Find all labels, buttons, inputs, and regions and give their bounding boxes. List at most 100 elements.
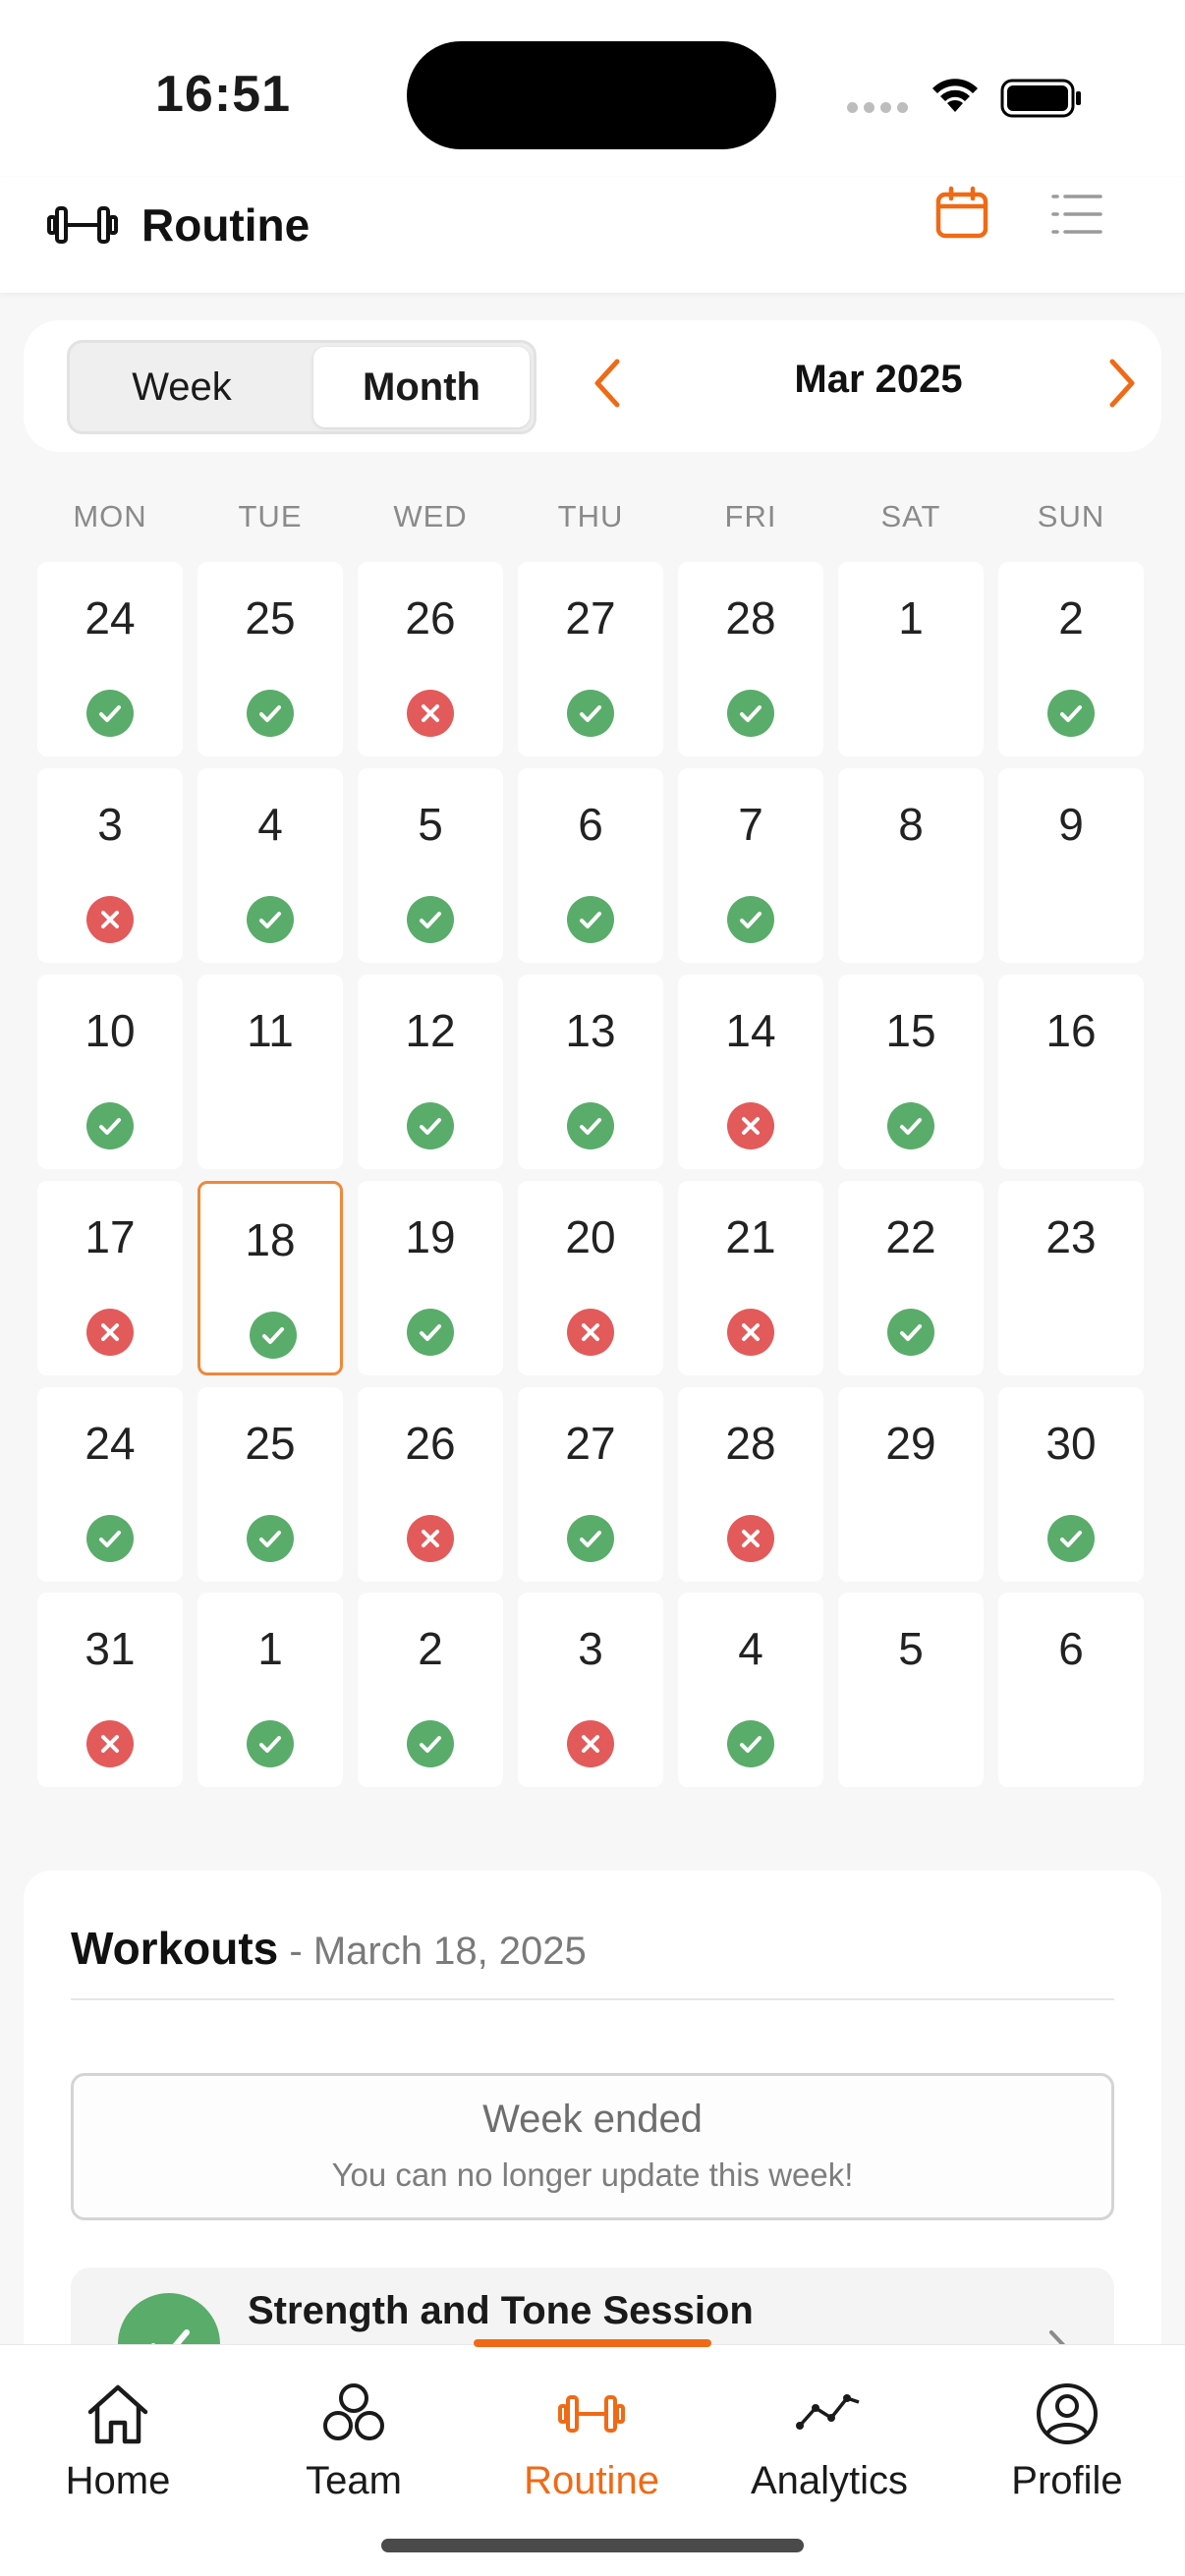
day-number: 13 — [565, 1005, 616, 1056]
status-icons — [847, 71, 1083, 120]
calendar-day-cell[interactable]: 11 — [198, 975, 343, 1169]
calendar-day-cell[interactable]: 23 — [998, 1181, 1144, 1375]
calendar-day-cell[interactable]: 2 — [998, 562, 1144, 756]
calendar-day-cell[interactable]: 10 — [37, 975, 183, 1169]
tab-label: Profile — [1011, 2459, 1123, 2502]
check-icon — [250, 1312, 297, 1359]
chevron-right-icon[interactable] — [1097, 354, 1146, 413]
calendar-day-cell[interactable]: 25 — [198, 1387, 343, 1582]
chevron-left-icon[interactable] — [584, 354, 633, 413]
calendar-day-cell[interactable]: 12 — [358, 975, 503, 1169]
check-icon — [1047, 1515, 1095, 1562]
calendar-day-cell[interactable]: 29 — [838, 1387, 984, 1582]
notice-title: Week ended — [482, 2098, 703, 2141]
calendar-day-cell[interactable]: 25 — [198, 562, 343, 756]
calendar-day-cell[interactable]: 1 — [198, 1593, 343, 1787]
calendar-day-cell[interactable]: 27 — [518, 562, 663, 756]
check-icon — [247, 690, 294, 737]
calendar-day-cell[interactable]: 5 — [358, 768, 503, 963]
calendar-day-cell[interactable]: 6 — [998, 1593, 1144, 1787]
calendar-day-cell[interactable]: 18 — [198, 1181, 343, 1375]
calendar-day-cell[interactable]: 5 — [838, 1593, 984, 1787]
cross-icon — [86, 1720, 134, 1767]
calendar-day-cell[interactable]: 19 — [358, 1181, 503, 1375]
check-icon — [567, 1515, 614, 1562]
check-icon — [887, 1102, 934, 1149]
tab-label: Analytics — [750, 2459, 909, 2502]
calendar-day-cell[interactable]: 27 — [518, 1387, 663, 1582]
calendar-day-cell[interactable]: 22 — [838, 1181, 984, 1375]
divider — [71, 1998, 1114, 2000]
calendar-day-cell[interactable]: 26 — [358, 562, 503, 756]
active-tab-indicator — [474, 2339, 711, 2347]
calendar-day-cell[interactable]: 26 — [358, 1387, 503, 1582]
calendar-day-cell[interactable]: 3 — [518, 1593, 663, 1787]
calendar-day-cell[interactable]: 30 — [998, 1387, 1144, 1582]
tab-profile[interactable]: Profile — [959, 2365, 1175, 2512]
dumbbell-icon — [47, 206, 118, 244]
calendar-day-cell[interactable]: 6 — [518, 768, 663, 963]
day-number: 23 — [1045, 1211, 1097, 1262]
day-number: 28 — [725, 592, 776, 644]
calendar-day-cell[interactable]: 28 — [678, 562, 823, 756]
tab-routine[interactable]: Routine — [483, 2365, 700, 2512]
weekday-label: SAT — [880, 499, 941, 533]
calendar-day-cell[interactable]: 8 — [838, 768, 984, 963]
day-number: 5 — [418, 799, 443, 850]
day-number: 19 — [405, 1211, 456, 1262]
check-icon — [727, 1720, 774, 1767]
check-icon — [567, 1102, 614, 1149]
tab-home[interactable]: Home — [10, 2365, 226, 2512]
check-icon — [727, 690, 774, 737]
day-number: 6 — [578, 799, 603, 850]
segment-week[interactable]: Week — [74, 347, 290, 427]
day-number: 11 — [247, 1005, 294, 1056]
calendar-day-cell[interactable]: 31 — [37, 1593, 183, 1787]
cross-icon — [727, 1515, 774, 1562]
tab-label: Team — [306, 2459, 402, 2502]
cross-icon — [407, 690, 454, 737]
dynamic-island — [407, 41, 776, 149]
cross-icon — [86, 1309, 134, 1356]
calendar-day-cell[interactable]: 17 — [37, 1181, 183, 1375]
calendar-day-cell[interactable]: 15 — [838, 975, 984, 1169]
calendar-day-cell[interactable]: 20 — [518, 1181, 663, 1375]
day-number: 18 — [245, 1214, 296, 1265]
tab-team[interactable]: Team — [246, 2365, 462, 2512]
calendar-day-cell[interactable]: 24 — [37, 562, 183, 756]
day-number: 14 — [725, 1005, 776, 1056]
calendar-day-cell[interactable]: 3 — [37, 768, 183, 963]
calendar-day-cell[interactable]: 13 — [518, 975, 663, 1169]
calendar-day-cell[interactable]: 4 — [198, 768, 343, 963]
tab-analytics[interactable]: Analytics — [721, 2365, 937, 2512]
calendar-day-cell[interactable]: 9 — [998, 768, 1144, 963]
weekday-header: MON TUE WED THU FRI SAT SUN — [37, 499, 1148, 538]
day-number: 17 — [85, 1211, 136, 1262]
day-number: 27 — [565, 592, 616, 644]
page-title: Routine — [141, 199, 310, 251]
weekday-label: WED — [393, 499, 468, 533]
calendar-icon[interactable] — [933, 185, 990, 242]
check-icon — [86, 690, 134, 737]
day-number: 1 — [898, 592, 924, 644]
calendar-day-cell[interactable]: 7 — [678, 768, 823, 963]
notice-subtitle: You can no longer update this week! — [331, 2156, 854, 2193]
cellular-signal-icon — [847, 102, 908, 113]
list-icon[interactable] — [1049, 187, 1104, 242]
day-number: 20 — [565, 1211, 616, 1262]
calendar-day-cell[interactable]: 28 — [678, 1387, 823, 1582]
calendar-day-cell[interactable]: 24 — [37, 1387, 183, 1582]
calendar-controls: Week Month Mar 2025 — [24, 320, 1161, 452]
calendar-day-cell[interactable]: 1 — [838, 562, 984, 756]
calendar-day-cell[interactable]: 2 — [358, 1593, 503, 1787]
day-number: 30 — [1045, 1418, 1097, 1469]
check-icon — [407, 896, 454, 943]
day-number: 31 — [85, 1623, 136, 1674]
calendar-day-cell[interactable]: 21 — [678, 1181, 823, 1375]
check-icon — [407, 1309, 454, 1356]
segment-month[interactable]: Month — [313, 347, 530, 427]
calendar-day-cell[interactable]: 14 — [678, 975, 823, 1169]
calendar-day-cell[interactable]: 16 — [998, 975, 1144, 1169]
calendar-day-cell[interactable]: 4 — [678, 1593, 823, 1787]
day-number: 27 — [565, 1418, 616, 1469]
